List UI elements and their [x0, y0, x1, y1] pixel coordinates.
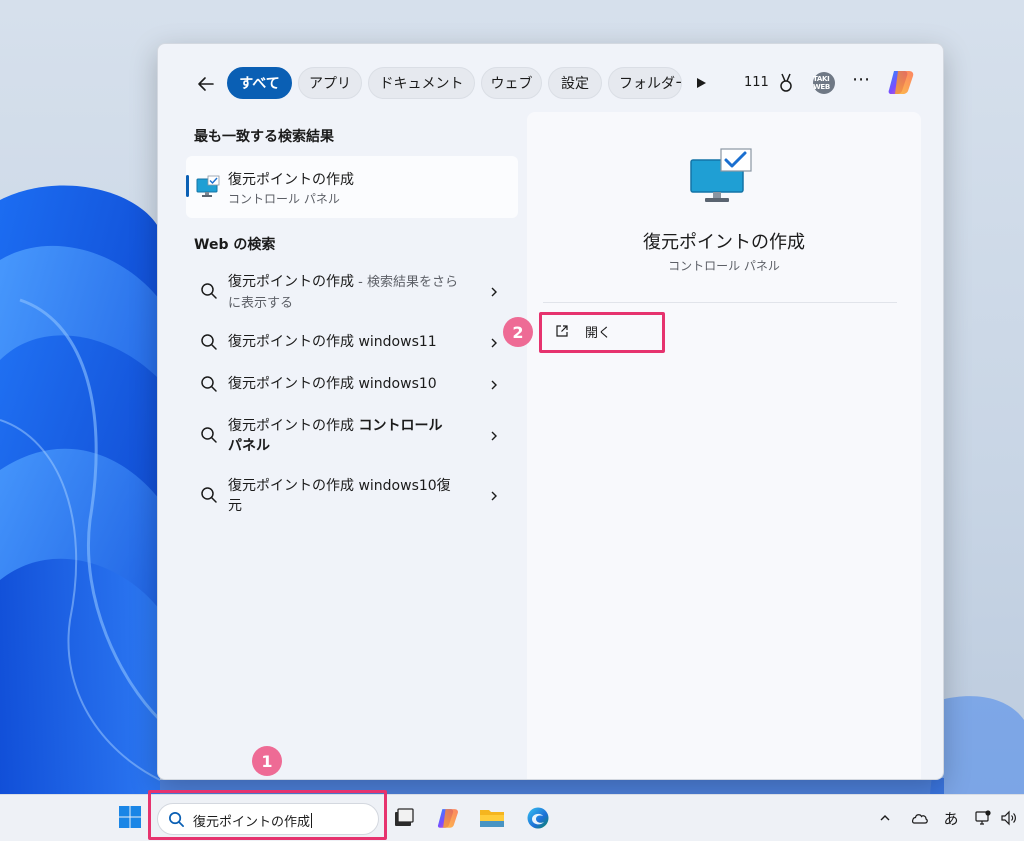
chevron-up-icon: [880, 815, 890, 821]
web-search-heading: Web の検索: [194, 237, 276, 253]
arrow-left-icon: [198, 77, 214, 91]
cloud-icon: [911, 814, 928, 824]
network-icon: [975, 810, 991, 825]
more-options-button[interactable]: ⋯: [851, 70, 871, 94]
volume-button[interactable]: [998, 807, 1020, 829]
chevron-right-icon: [491, 380, 497, 390]
search-icon: [201, 427, 217, 443]
copilot-icon[interactable]: [885, 66, 917, 98]
windows-start-icon[interactable]: [118, 805, 142, 829]
back-button[interactable]: [194, 72, 218, 96]
search-icon: [201, 334, 217, 350]
play-arrow-icon: [697, 78, 706, 88]
search-panel: すべて アプリ ドキュメント ウェブ 設定 フォルダー 111 TAKI WEB…: [157, 43, 944, 780]
search-icon: [201, 487, 217, 503]
filter-chip-all[interactable]: すべて: [227, 67, 292, 99]
more-filters-button[interactable]: [692, 74, 710, 92]
web-result-control-panel[interactable]: 復元ポイントの作成 コントロール パネル: [186, 414, 518, 458]
system-restore-icon: [690, 148, 752, 202]
selection-indicator: [186, 175, 189, 197]
filter-chip-settings[interactable]: 設定: [548, 67, 602, 99]
web-result-windows10[interactable]: 復元ポイントの作成 windows10: [186, 372, 518, 396]
filter-chip-folders[interactable]: フォルダー: [608, 67, 682, 99]
edge-icon: [527, 807, 549, 829]
web-result-text: 復元ポイントの作成 windows10: [228, 376, 437, 392]
task-view-button[interactable]: [390, 804, 418, 832]
task-view-icon: [395, 808, 414, 826]
filter-chip-documents[interactable]: ドキュメント: [368, 67, 475, 99]
filter-chip-web[interactable]: ウェブ: [481, 67, 542, 99]
system-restore-icon: [196, 175, 220, 197]
speaker-icon: [1001, 810, 1016, 826]
folder-icon: [480, 810, 504, 827]
network-button[interactable]: [972, 807, 994, 829]
avatar[interactable]: TAKI WEB: [813, 72, 835, 94]
best-match-heading: 最も一致する検索結果: [194, 129, 334, 145]
medal-icon[interactable]: [776, 72, 796, 94]
onedrive-button[interactable]: [906, 807, 932, 829]
best-match-subtitle: コントロール パネル: [228, 192, 340, 206]
web-result-text: 復元ポイントの作成 windows10復元: [228, 478, 451, 514]
web-result-text: 復元ポイントの作成 - 検索結果をさらに表示する: [228, 274, 458, 311]
web-result-text: 復元ポイントの作成 コントロール パネル: [228, 418, 443, 454]
detail-divider: [543, 302, 897, 303]
web-result-windows11[interactable]: 復元ポイントの作成 windows11: [186, 330, 518, 354]
web-result-windows10-restore[interactable]: 復元ポイントの作成 windows10復元: [186, 474, 518, 518]
detail-title: 復元ポイントの作成: [643, 232, 805, 253]
best-match-title: 復元ポイントの作成: [228, 172, 354, 188]
search-icon: [201, 376, 217, 392]
web-result-text: 復元ポイントの作成 windows11: [228, 334, 437, 350]
chevron-right-icon: [491, 338, 497, 348]
chevron-right-icon: [491, 491, 497, 501]
chevron-right-icon: [491, 287, 497, 297]
step-badge-2: 2: [503, 317, 533, 347]
show-hidden-icons-button[interactable]: [876, 807, 894, 829]
highlight-open-action: [539, 312, 665, 353]
copilot-icon: [437, 809, 458, 828]
search-icon: [201, 283, 217, 299]
chevron-right-icon: [491, 431, 497, 441]
copilot-taskbar-button[interactable]: [434, 804, 462, 832]
detail-pane: 復元ポイントの作成 コントロール パネル 開く: [527, 112, 921, 779]
best-match-result[interactable]: 復元ポイントの作成 コントロール パネル: [186, 156, 518, 218]
detail-subtitle: コントロール パネル: [668, 259, 780, 273]
rewards-points: 111: [744, 75, 769, 90]
ime-mode-indicator[interactable]: あ: [940, 807, 962, 829]
highlight-taskbar-search: [148, 790, 387, 840]
edge-browser-button[interactable]: [524, 804, 552, 832]
web-result-more[interactable]: 復元ポイントの作成 - 検索結果をさらに表示する: [186, 270, 518, 314]
file-explorer-button[interactable]: [478, 804, 506, 832]
step-badge-1: 1: [252, 746, 282, 776]
filter-chip-apps[interactable]: アプリ: [298, 67, 362, 99]
